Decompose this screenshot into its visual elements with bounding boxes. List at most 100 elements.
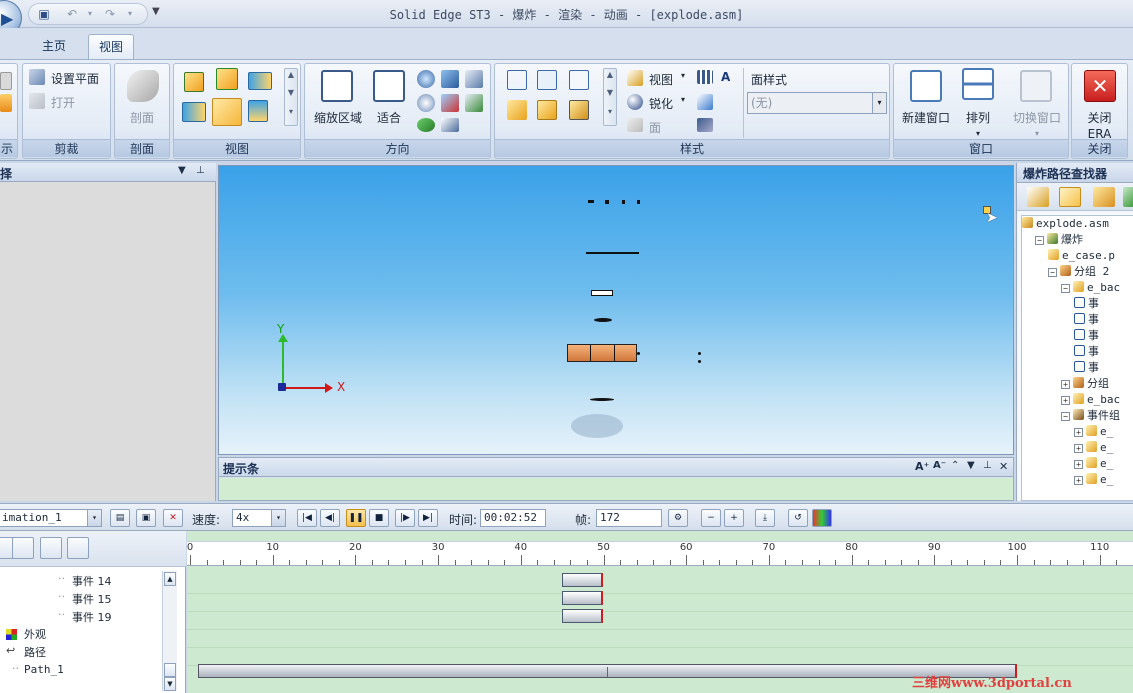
pan-icon[interactable] (441, 70, 459, 88)
part-back-plate[interactable] (586, 252, 639, 254)
tree-node[interactable]: + e_ (1074, 424, 1113, 440)
paint-icon[interactable] (697, 94, 713, 110)
tree-node[interactable]: + e_ (1074, 440, 1113, 456)
set-plane-button[interactable]: 设置平面 (51, 70, 99, 87)
switch-window-icon[interactable] (1020, 70, 1052, 102)
part-battery-case[interactable] (567, 344, 637, 362)
tree-node[interactable]: − 分组 2 (1048, 264, 1109, 280)
part-pin[interactable] (698, 352, 701, 355)
pause-icon[interactable]: ❚❚ (346, 509, 366, 527)
rotate-icon[interactable] (417, 94, 435, 112)
go-to-end-icon[interactable]: ▶| (418, 509, 438, 527)
appearance-label[interactable]: 外观 (24, 626, 46, 642)
path-label[interactable]: 路径 (24, 644, 46, 660)
view-style-icon[interactable] (627, 70, 643, 86)
part-pin[interactable] (637, 352, 640, 355)
path-1-label[interactable]: Path_1 (24, 663, 64, 676)
style-gallery-scroll[interactable]: ▲ ▼ ▾ (603, 68, 617, 126)
part-screw[interactable] (622, 200, 625, 204)
visible-edges-icon[interactable] (537, 70, 557, 90)
view-style-button[interactable]: 视图 (649, 71, 673, 88)
open-clip-button[interactable]: 打开 (51, 94, 75, 111)
go-to-start-icon[interactable]: |◀ (297, 509, 317, 527)
timeline-find-icon[interactable] (67, 537, 89, 559)
new-window-button[interactable]: 新建窗口 (894, 110, 958, 126)
frame-settings-icon[interactable]: ⚙ (668, 509, 688, 527)
tree-node[interactable]: + 分组 (1061, 376, 1109, 392)
grid-icon[interactable] (697, 70, 713, 84)
view-right-icon[interactable] (248, 72, 272, 90)
timeline-collapse-icon[interactable] (12, 537, 34, 559)
event-19-label[interactable]: 事件 19 (72, 609, 112, 625)
sharpen-button[interactable]: 锐化 (649, 95, 673, 112)
speed-select[interactable]: 4x ▾ (232, 509, 286, 527)
path-keyframe-marker[interactable] (607, 667, 609, 677)
collapse-icon[interactable]: − (1061, 284, 1070, 293)
zoom-icon[interactable] (417, 70, 435, 88)
panel-pin-icon[interactable]: ⊥ (196, 165, 205, 176)
display-mode-icon[interactable] (0, 94, 12, 112)
group-view-icon[interactable] (1093, 187, 1115, 207)
play-icon[interactable]: |▶ (395, 509, 415, 527)
time-field[interactable]: 00:02:52 (480, 509, 546, 527)
spin-icon[interactable] (441, 94, 459, 112)
tree-node[interactable]: e_case.p (1048, 248, 1115, 264)
redo-icon[interactable]: ↷ (101, 6, 119, 22)
view-top-icon[interactable] (184, 72, 204, 92)
sharpen-icon[interactable] (627, 94, 643, 110)
timeline-tree-scrollbar[interactable]: ▲ ▼ (162, 571, 177, 691)
sharpen-dropdown-icon[interactable]: ▾ (681, 95, 685, 104)
wireframe-icon[interactable] (507, 70, 527, 90)
shaded-icon[interactable] (507, 100, 527, 120)
face-style-select[interactable]: (无) ▾ (747, 92, 887, 114)
font-larger-icon[interactable]: A⁺ (915, 460, 929, 473)
tree-node[interactable]: 事 (1074, 328, 1099, 344)
panel-menu-icon[interactable]: ▼ (967, 460, 975, 471)
switch-window-button[interactable]: 切换窗口 (1006, 110, 1068, 126)
fit-timeline-icon[interactable]: ⤓ (755, 509, 775, 527)
panel-menu-icon[interactable]: ▼ (178, 165, 186, 176)
save-icon[interactable]: ▣ (35, 6, 53, 22)
undo-dropdown-icon[interactable]: ▾ (81, 6, 99, 22)
arrange-icon[interactable] (962, 68, 994, 100)
tab-home[interactable]: 主页 (32, 34, 76, 59)
tree-node[interactable]: − e_bac (1061, 280, 1120, 296)
event-15-label[interactable]: 事件 15 (72, 591, 112, 607)
path-1-bar[interactable] (198, 664, 1017, 678)
panel-pin-icon[interactable]: ⊥ (983, 460, 992, 471)
event-bar[interactable] (562, 573, 604, 587)
animation-dropdown-icon[interactable]: ▾ (87, 510, 101, 526)
event-bar[interactable] (562, 591, 604, 605)
scroll-down-icon[interactable]: ▼ (164, 677, 176, 691)
text-style-icon[interactable]: A (721, 70, 737, 84)
undo-icon[interactable]: ↶ (63, 6, 81, 22)
assembly-view-icon[interactable] (1027, 187, 1049, 207)
part-screw[interactable] (637, 200, 640, 204)
speed-dropdown-icon[interactable]: ▾ (271, 510, 285, 526)
part-screw[interactable] (605, 200, 609, 204)
view-style-dropdown-icon[interactable]: ▾ (681, 71, 685, 80)
close-era-button[interactable]: 关闭 (1072, 110, 1127, 126)
tree-node[interactable]: + e_bac (1061, 392, 1120, 408)
previous-view-icon[interactable] (465, 70, 483, 88)
save-animation-icon[interactable]: ▣ (136, 509, 156, 527)
delete-animation-icon[interactable]: ✕ (163, 509, 183, 527)
event-bar[interactable] (562, 609, 604, 623)
face-icon[interactable] (627, 118, 643, 132)
zoom-out-timeline-icon[interactable]: − (701, 509, 721, 527)
arrange-button[interactable]: 排列 (956, 110, 1000, 126)
tree-node[interactable]: 事 (1074, 296, 1099, 312)
tab-view[interactable]: 视图 (88, 34, 135, 59)
tree-node[interactable]: 事 (1074, 360, 1099, 376)
hidden-edges-icon[interactable] (569, 70, 589, 90)
new-window-icon[interactable] (910, 70, 942, 102)
zoom-area-button[interactable]: 缩放区域 (305, 110, 371, 126)
collapse-icon[interactable]: − (1048, 268, 1057, 277)
collapse-icon[interactable]: − (1035, 236, 1044, 245)
play-reverse-icon[interactable]: ◀| (320, 509, 340, 527)
tree-node[interactable]: 事 (1074, 312, 1099, 328)
tree-node[interactable]: explode.asm (1022, 216, 1109, 232)
collapse-icon[interactable]: − (1061, 412, 1070, 421)
loop-icon[interactable]: ↺ (788, 509, 808, 527)
view-front-icon[interactable] (212, 98, 242, 126)
